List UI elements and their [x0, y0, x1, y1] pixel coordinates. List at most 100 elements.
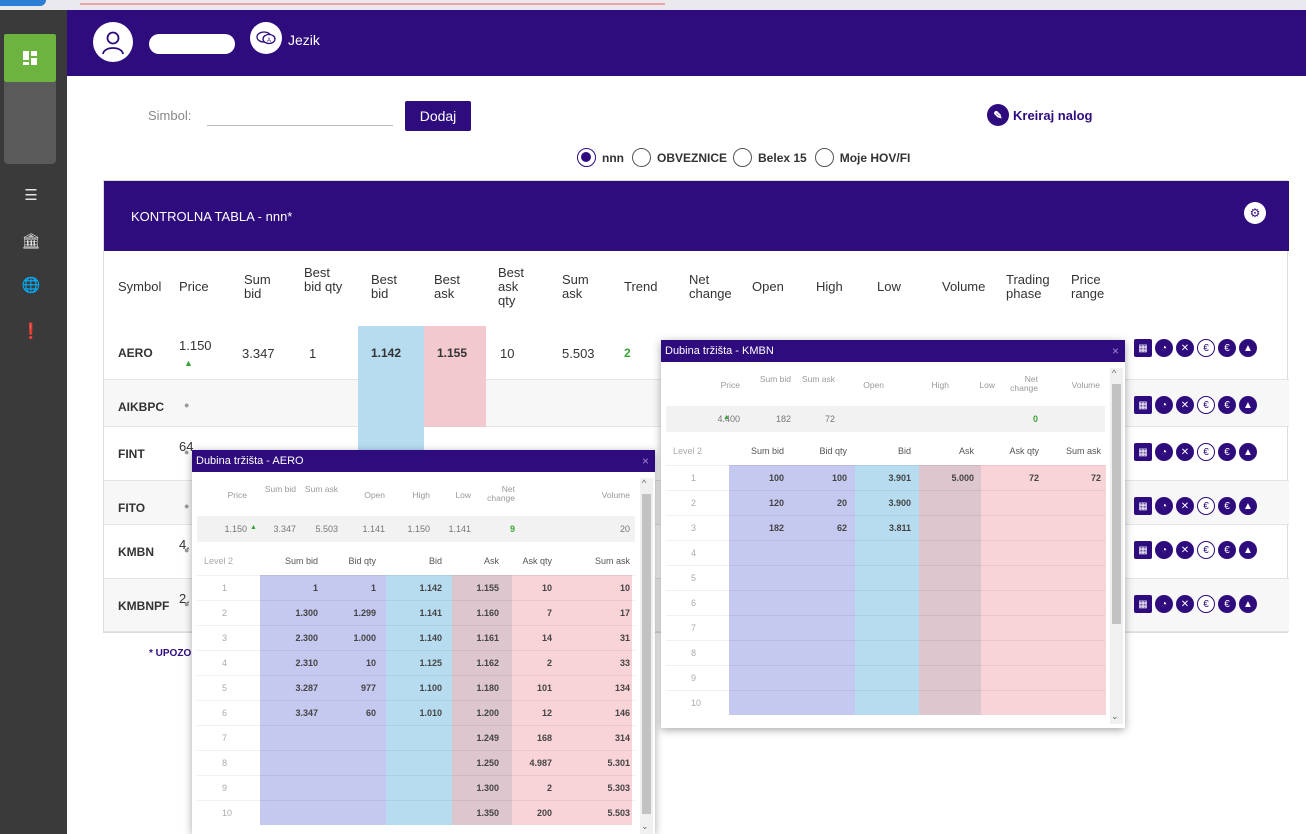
create-order-label: Kreiraj nalog: [1013, 107, 1093, 123]
radio-belex15[interactable]: Belex 15: [733, 148, 807, 167]
calc-icon[interactable]: ▦: [1134, 595, 1152, 613]
euro-icon[interactable]: €: [1197, 443, 1215, 461]
feedback-icon[interactable]: ❗: [22, 322, 41, 340]
depth-level-cell: 6: [691, 598, 697, 608]
depth-level-cell: 120: [768, 498, 784, 508]
create-order-link[interactable]: ✎ Kreiraj nalog: [987, 104, 1092, 126]
column-header[interactable]: Symbol: [118, 280, 173, 294]
column-header[interactable]: Price range: [1071, 273, 1126, 301]
chart-icon[interactable]: ▲: [1239, 443, 1257, 461]
clock-icon[interactable]: ◔: [1155, 541, 1173, 559]
cancel-icon[interactable]: ✕: [1176, 443, 1194, 461]
scroll-up-icon[interactable]: ^: [1112, 368, 1116, 378]
money-bag-icon[interactable]: €: [1218, 396, 1236, 414]
cancel-icon[interactable]: ✕: [1176, 339, 1194, 357]
scroll-down-icon[interactable]: ⌄: [641, 821, 649, 832]
euro-icon[interactable]: €: [1197, 339, 1215, 357]
column-header[interactable]: Volume: [942, 280, 997, 294]
scroll-up-icon[interactable]: ^: [642, 478, 646, 488]
chart-icon[interactable]: ▲: [1239, 541, 1257, 559]
settings-icon[interactable]: ⚙: [1244, 202, 1266, 224]
symbol-cell[interactable]: AERO: [118, 346, 153, 360]
close-icon[interactable]: ×: [642, 450, 649, 472]
money-bag-icon[interactable]: €: [1218, 541, 1236, 559]
calc-icon[interactable]: ▦: [1134, 497, 1152, 515]
radio-obveznice[interactable]: OBVEZNICE: [632, 148, 727, 167]
money-bag-icon[interactable]: €: [1218, 595, 1236, 613]
depth-level-cell: 3.287: [295, 683, 318, 693]
scroll-thumb[interactable]: [642, 494, 651, 814]
money-bag-icon[interactable]: €: [1218, 497, 1236, 515]
depth-level-cell: 3: [691, 523, 697, 533]
symbol-cell[interactable]: FITO: [118, 501, 145, 515]
cancel-icon[interactable]: ✕: [1176, 396, 1194, 414]
euro-icon[interactable]: €: [1197, 595, 1215, 613]
clock-icon[interactable]: ◔: [1155, 497, 1173, 515]
symbol-cell[interactable]: KMBN: [118, 545, 154, 559]
language-label[interactable]: Jezik: [288, 32, 320, 48]
depth-title-bar[interactable]: Dubina tržišta - AERO ×: [192, 450, 655, 472]
close-icon[interactable]: ×: [1112, 340, 1119, 362]
chart-icon[interactable]: ▲: [1239, 339, 1257, 357]
column-header[interactable]: Open: [752, 280, 802, 294]
chart-icon[interactable]: ▲: [1239, 396, 1257, 414]
scroll-thumb[interactable]: [1112, 384, 1121, 624]
browser-tab[interactable]: [0, 0, 46, 6]
radio-moje-hov[interactable]: Moje HOV/FI: [814, 148, 911, 167]
chart-icon[interactable]: ▲: [1239, 497, 1257, 515]
radio-nnn[interactable]: nnn: [577, 148, 624, 167]
depth-scrollbar[interactable]: ^ ⌄: [640, 478, 653, 834]
money-bag-icon[interactable]: €: [1218, 443, 1236, 461]
add-button[interactable]: Dodaj: [405, 101, 471, 131]
depth-level-cell: 31: [619, 633, 630, 643]
market-depth-kmbn[interactable]: Dubina tržišta - KMBN × Price Sum bid Sum a…: [661, 340, 1125, 728]
cancel-icon[interactable]: ✕: [1176, 497, 1194, 515]
column-header[interactable]: Trading phase: [1006, 273, 1061, 301]
user-avatar[interactable]: [93, 22, 133, 62]
column-header[interactable]: Net change: [689, 273, 739, 301]
column-header[interactable]: High: [816, 280, 861, 294]
calc-icon[interactable]: ▦: [1134, 541, 1152, 559]
symbol-cell[interactable]: FINT: [118, 447, 145, 461]
clock-icon[interactable]: ◔: [1155, 396, 1173, 414]
column-header[interactable]: Low: [877, 280, 922, 294]
euro-icon[interactable]: €: [1197, 497, 1215, 515]
depth-scrollbar[interactable]: ^ ⌄: [1110, 368, 1123, 724]
symbol-cell[interactable]: AIKBPC: [118, 400, 164, 414]
calc-icon[interactable]: ▦: [1134, 396, 1152, 414]
cancel-icon[interactable]: ✕: [1176, 541, 1194, 559]
depth-level-cell: 62: [836, 523, 847, 533]
list-icon[interactable]: ☰: [22, 186, 40, 204]
euro-icon[interactable]: €: [1197, 541, 1215, 559]
column-header[interactable]: Trend: [624, 280, 664, 294]
clock-icon[interactable]: ◔: [1155, 595, 1173, 613]
column-header[interactable]: Best bid: [371, 273, 411, 301]
chart-icon[interactable]: ▲: [1239, 595, 1257, 613]
depth-title-bar[interactable]: Dubina tržišta - KMBN ×: [661, 340, 1125, 362]
column-header[interactable]: Sum ask: [562, 273, 602, 301]
calc-icon[interactable]: ▦: [1134, 339, 1152, 357]
euro-icon[interactable]: €: [1197, 396, 1215, 414]
language-button[interactable]: A: [250, 22, 282, 54]
market-depth-aero[interactable]: Dubina tržišta - AERO × Price Sum bid Sum a…: [192, 450, 655, 834]
depth-level-cell: 5: [691, 573, 697, 583]
dashboard-button[interactable]: [4, 34, 56, 82]
symbol-input[interactable]: [207, 104, 393, 126]
money-bag-icon[interactable]: €: [1218, 339, 1236, 357]
column-header[interactable]: Sum bid: [244, 273, 284, 301]
column-header[interactable]: Best ask qty: [498, 266, 538, 308]
bank-icon[interactable]: 🏛: [21, 232, 40, 250]
clock-icon[interactable]: ◔: [1155, 339, 1173, 357]
calc-icon[interactable]: ▦: [1134, 443, 1152, 461]
username-pill[interactable]: [149, 34, 235, 54]
clock-icon[interactable]: ◔: [1155, 443, 1173, 461]
globe-icon[interactable]: 🌐: [22, 276, 41, 294]
cancel-icon[interactable]: ✕: [1176, 595, 1194, 613]
column-header[interactable]: Best ask: [434, 273, 474, 301]
address-bar[interactable]: [80, 0, 665, 5]
scroll-down-icon[interactable]: ⌄: [1111, 711, 1119, 722]
column-header[interactable]: Price: [179, 280, 229, 294]
column-header[interactable]: Best bid qty: [304, 266, 344, 294]
radio-label: Moje HOV/FI: [839, 150, 911, 165]
symbol-cell[interactable]: KMBNPF: [118, 599, 169, 613]
